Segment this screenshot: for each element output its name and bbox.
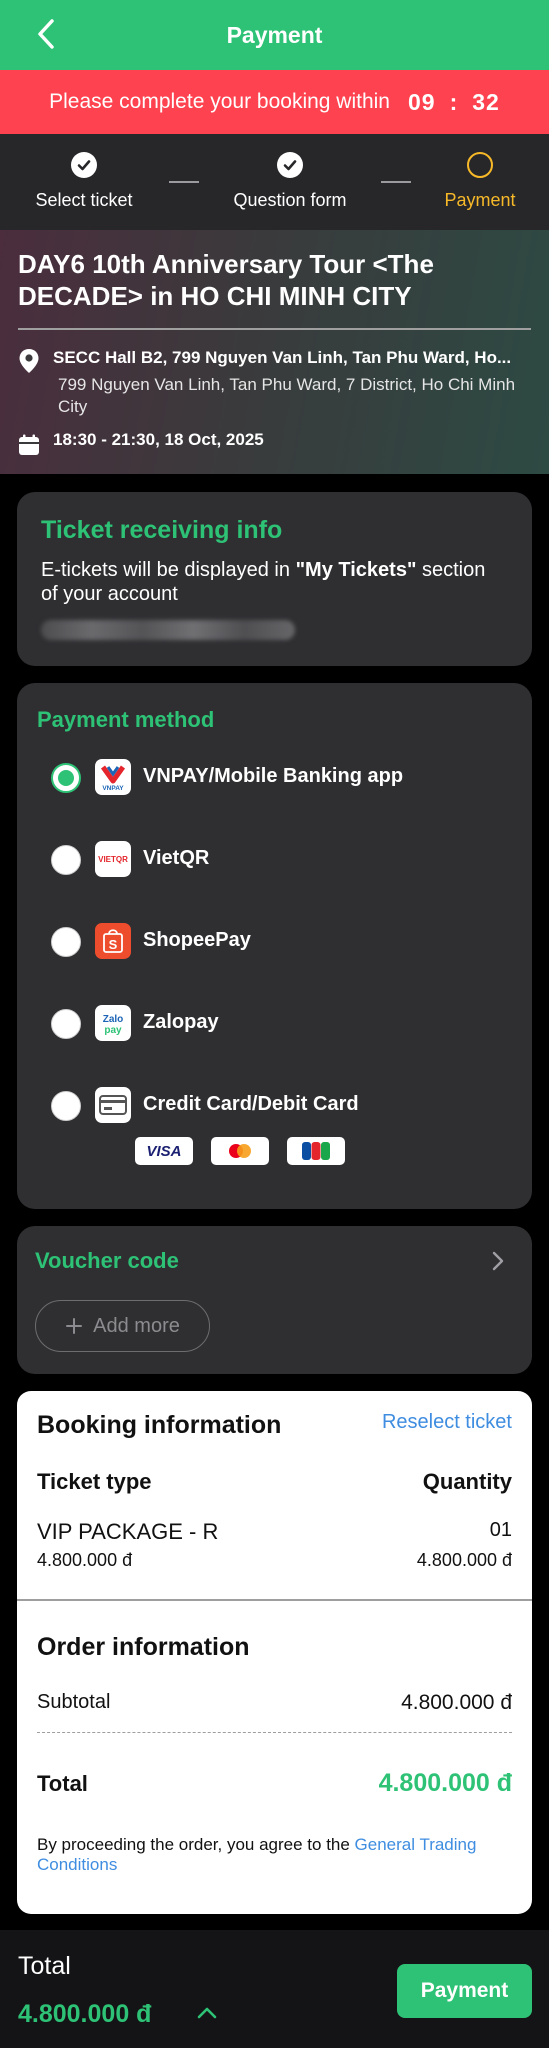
- section-title: Voucher code: [35, 1248, 179, 1273]
- radio-selected[interactable]: [51, 763, 81, 793]
- credit-card-icon: [95, 1087, 131, 1123]
- terms-prefix: By proceeding the order, you agree to th…: [37, 1835, 355, 1854]
- page-title: Payment: [226, 21, 323, 48]
- timer-seconds: 32: [472, 88, 500, 115]
- radio-unselected[interactable]: [51, 1091, 81, 1121]
- timer-message: Please complete your booking within: [49, 90, 390, 113]
- visa-icon: VISA: [135, 1137, 193, 1165]
- check-icon: [71, 152, 97, 178]
- payment-option-label: VNPAY/Mobile Banking app: [143, 765, 404, 787]
- quantity-header: Quantity: [422, 1469, 512, 1494]
- mastercard-icon: [211, 1137, 269, 1165]
- payment-option-vnpay[interactable]: VNPAY VNPAY/Mobile Banking app: [17, 747, 532, 807]
- total-label: Total: [37, 1771, 88, 1796]
- radio-unselected[interactable]: [51, 845, 81, 875]
- event-venue: SECC Hall B2, 799 Nguyen Van Linh, Tan P…: [53, 348, 512, 367]
- ticket-name: VIP PACKAGE - R: [37, 1519, 219, 1544]
- calendar-icon: [19, 434, 39, 455]
- footer-total-label: Total: [18, 1952, 71, 1980]
- payment-option-shopeepay[interactable]: S ShopeePay: [17, 911, 532, 971]
- timer-separator: :: [449, 88, 459, 115]
- countdown-timer: 09:32: [408, 89, 500, 116]
- step-label: Question form: [233, 190, 347, 210]
- step-label: Select ticket: [35, 190, 133, 210]
- zalopay-icon: Zalo pay: [95, 1005, 131, 1041]
- check-icon: [277, 152, 303, 178]
- ticket-info-description: E-tickets will be displayed in "My Ticke…: [41, 558, 501, 606]
- ticket-type-header: Ticket type: [37, 1469, 152, 1494]
- add-voucher-label: Add more: [93, 1314, 180, 1337]
- dashed-divider: [37, 1732, 512, 1733]
- chevron-up-icon[interactable]: [196, 2006, 218, 2020]
- step-select-ticket: Select ticket: [32, 152, 136, 211]
- vietqr-icon: VIETQR: [95, 841, 131, 877]
- divider: [18, 328, 531, 330]
- payment-option-credit-card[interactable]: Credit Card/Debit Card: [17, 1075, 532, 1135]
- order-information-title: Order information: [37, 1633, 250, 1661]
- payment-option-label: Zalopay: [143, 1011, 219, 1033]
- timer-minutes: 09: [408, 88, 436, 115]
- payment-option-zalopay[interactable]: Zalo pay Zalopay: [17, 993, 532, 1053]
- header-bar: Payment: [0, 0, 549, 70]
- visa-label: VISA: [146, 1142, 182, 1160]
- terms-notice: By proceeding the order, you agree to th…: [37, 1835, 507, 1875]
- step-label: Payment: [444, 190, 516, 210]
- jcb-icon: [287, 1137, 345, 1165]
- step-payment: Payment: [440, 152, 520, 211]
- voucher-card[interactable]: Voucher code Add more: [17, 1226, 532, 1374]
- ticket-unit-price: 4.800.000 đ: [37, 1550, 133, 1570]
- circle-icon: [467, 152, 493, 178]
- step-connector: [169, 181, 199, 183]
- step-question-form: Question form: [230, 152, 350, 211]
- event-summary: DAY6 10th Anniversary Tour <The DECADE> …: [0, 230, 549, 474]
- booking-timer-banner: Please complete your booking within 09:3…: [0, 70, 549, 134]
- payment-option-label: ShopeePay: [143, 929, 251, 951]
- card-brand-logos: VISA: [135, 1137, 345, 1165]
- payment-option-label: VietQR: [143, 847, 210, 869]
- vnpay-icon: VNPAY: [95, 759, 131, 795]
- footer-total-value: 4.800.000 đ: [18, 2000, 152, 2028]
- reselect-ticket-link[interactable]: Reselect ticket: [382, 1411, 512, 1434]
- redacted-email: [41, 620, 295, 640]
- checkout-stepper: Select ticket Question form Payment: [0, 134, 549, 230]
- checkout-footer: Total 4.800.000 đ Payment: [0, 1930, 549, 2048]
- ticket-quantity: 01: [489, 1519, 512, 1541]
- event-datetime: 18:30 - 21:30, 18 Oct, 2025: [53, 430, 264, 449]
- payment-option-label: Credit Card/Debit Card: [143, 1093, 359, 1115]
- chevron-left-icon: [38, 19, 54, 49]
- booking-information-card: Booking information Reselect ticket Tick…: [17, 1391, 532, 1914]
- payment-method-card: Payment method VNPAY VNPAY/Mobile Bankin…: [17, 683, 532, 1209]
- zalo-logo-text: Zalo: [103, 1014, 124, 1025]
- desc-prefix: E-tickets will be displayed in: [41, 559, 296, 581]
- subtotal-label: Subtotal: [37, 1691, 111, 1713]
- location-pin-icon: [19, 349, 39, 373]
- ticket-line-total: 4.800.000 đ: [416, 1550, 512, 1570]
- payment-option-vietqr[interactable]: VIETQR VietQR: [17, 829, 532, 889]
- ticket-receiving-info-card: Ticket receiving info E-tickets will be …: [17, 492, 532, 666]
- step-connector: [381, 181, 411, 183]
- event-name: DAY6 10th Anniversary Tour <The DECADE> …: [18, 249, 434, 311]
- divider: [17, 1599, 532, 1601]
- section-title: Ticket receiving info: [41, 516, 283, 544]
- radio-unselected[interactable]: [51, 1009, 81, 1039]
- plus-icon: [66, 1318, 83, 1334]
- section-title: Payment method: [37, 707, 215, 732]
- my-tickets-label: "My Tickets": [295, 559, 417, 581]
- radio-unselected[interactable]: [51, 927, 81, 957]
- back-button[interactable]: [28, 16, 64, 52]
- zalopay-logo-text: pay: [104, 1025, 122, 1036]
- subtotal-value: 4.800.000 đ: [401, 1691, 512, 1714]
- event-address: 799 Nguyen Van Linh, Tan Phu Ward, 7 Dis…: [58, 375, 516, 416]
- payment-button[interactable]: Payment: [397, 1964, 532, 2018]
- vnpay-logo-text: VNPAY: [102, 785, 124, 792]
- add-voucher-button[interactable]: Add more: [35, 1300, 210, 1352]
- chevron-right-icon[interactable]: [491, 1250, 505, 1272]
- shopee-logo-text: S: [109, 937, 118, 952]
- shopeepay-icon: S: [95, 923, 131, 959]
- vietqr-logo-text: VIETQR: [98, 855, 128, 864]
- total-value: 4.800.000 đ: [378, 1769, 512, 1797]
- section-title: Booking information: [37, 1411, 282, 1439]
